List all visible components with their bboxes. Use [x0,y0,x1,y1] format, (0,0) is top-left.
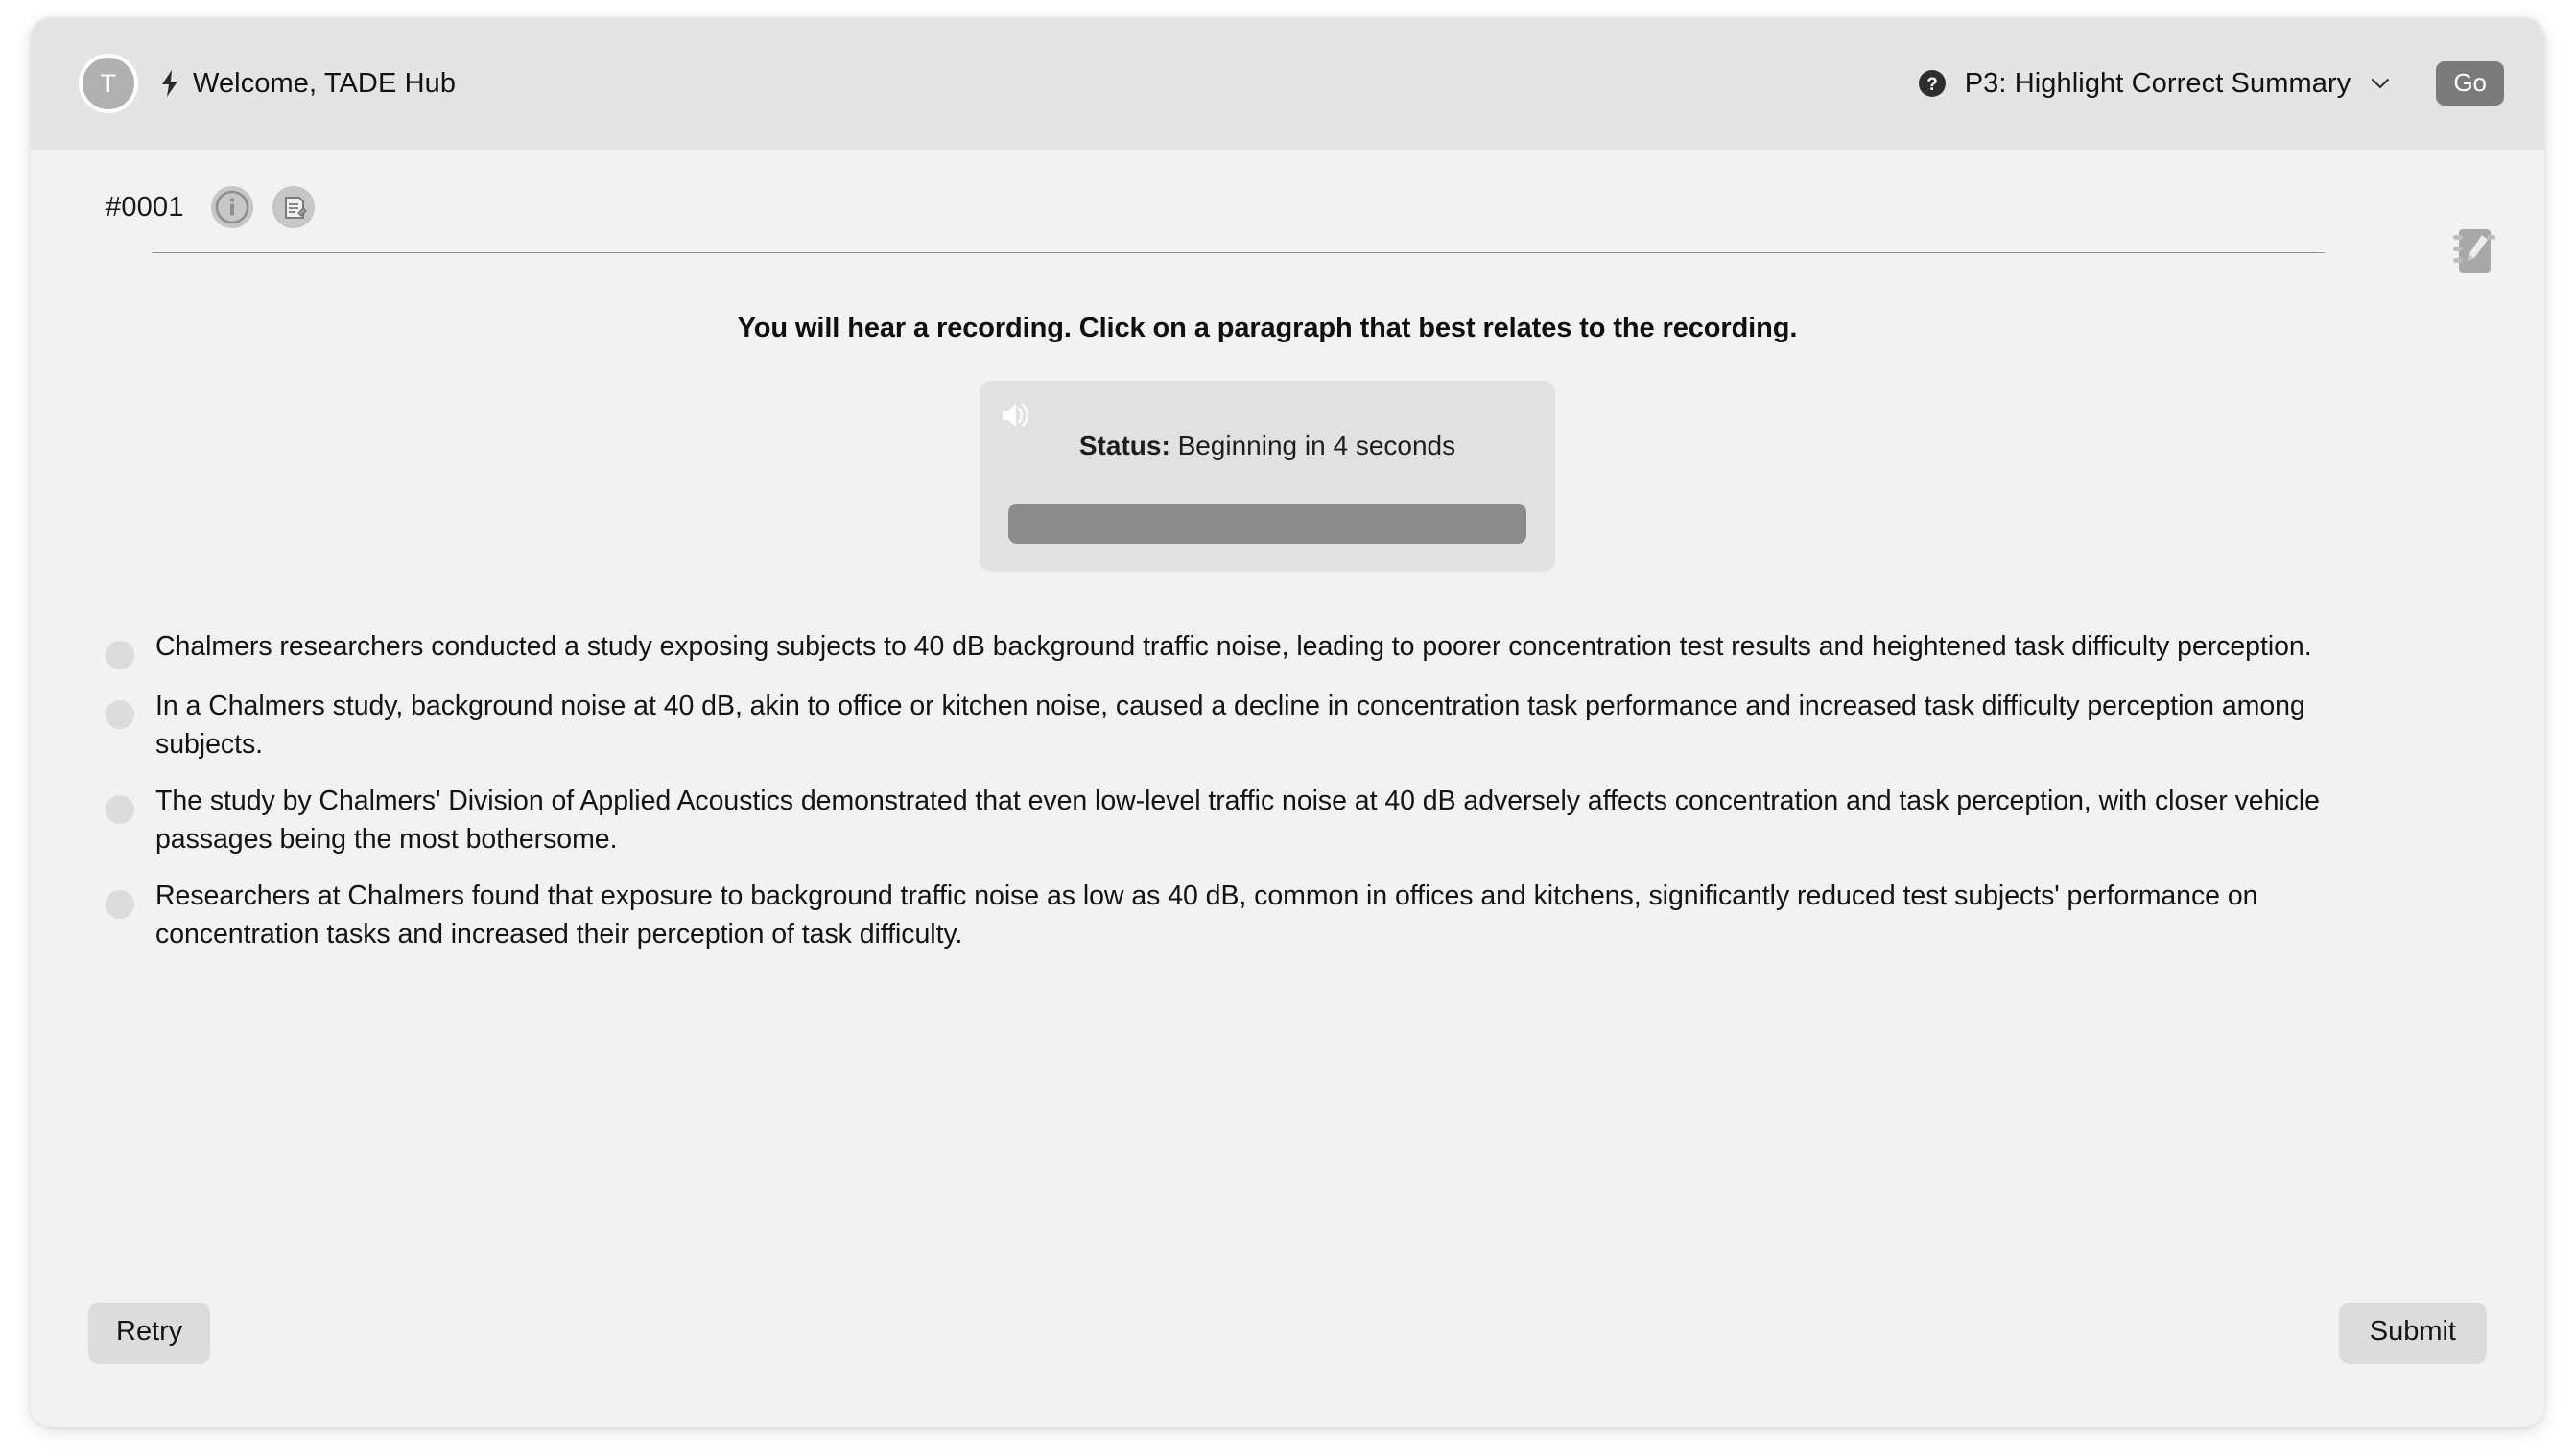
answer-options-list: Chalmers researchers conducted a study e… [106,621,2351,965]
section-divider [152,251,2325,253]
list-item[interactable]: Researchers at Chalmers found that expos… [106,870,2351,965]
lightning-bolt-icon [159,70,180,97]
screenshot-root: T Welcome, TADE Hub ? P3: Highlight Corr… [0,0,2575,1456]
audio-player-wrap: Status: Beginning in 4 seconds [31,381,2504,571]
option-bullet-icon[interactable] [106,700,134,729]
task-prompt: You will hear a recording. Click on a pa… [737,313,1798,343]
speaker-wave-icon [995,396,1033,434]
option-text: Chalmers researchers conducted a study e… [155,631,2312,662]
welcome-group: Welcome, TADE Hub [159,68,456,100]
audio-status-value: Beginning in 4 seconds [1177,431,1456,460]
notebook-pencil-icon[interactable] [2448,224,2498,282]
option-bullet-icon[interactable] [106,889,134,919]
app-window: T Welcome, TADE Hub ? P3: Highlight Corr… [31,17,2544,1427]
task-selector-label: P3: Highlight Correct Summary [1964,67,2351,99]
svg-text:?: ? [1926,75,1938,95]
task-selector-dropdown[interactable]: ? P3: Highlight Correct Summary [1918,68,2391,100]
list-item[interactable]: In a Chalmers study, background noise at… [106,680,2351,775]
chevron-down-icon [2371,78,2390,90]
list-item[interactable]: Chalmers researchers conducted a study e… [106,621,2351,680]
audio-player-card: Status: Beginning in 4 seconds [980,381,1555,571]
header-right-group: ? P3: Highlight Correct Summary Go [1918,60,2504,106]
avatar[interactable]: T [79,54,138,113]
audio-progress-bar[interactable] [1008,504,1526,544]
task-id-row: #0001 [31,150,2504,228]
retry-button[interactable]: Retry [88,1303,211,1364]
audio-status-line: Status: Beginning in 4 seconds [1008,431,1526,504]
submit-button[interactable]: Submit [2338,1303,2487,1364]
info-circle-icon[interactable] [210,186,253,228]
app-header: T Welcome, TADE Hub ? P3: Highlight Corr… [31,17,2544,150]
option-bullet-icon[interactable] [106,794,134,824]
go-button[interactable]: Go [2436,60,2504,106]
list-item[interactable]: The study by Chalmers' Division of Appli… [106,775,2351,870]
main-content: #0001 You will hear a recording. Click o… [31,150,2544,1427]
option-text: The study by Chalmers' Division of Appli… [155,785,2320,856]
audio-status-label: Status: [1078,431,1170,460]
document-edit-icon[interactable] [272,186,315,228]
footer-actions: Retry Submit [31,1283,2544,1427]
option-text: Researchers at Chalmers found that expos… [155,880,2258,951]
welcome-text: Welcome, TADE Hub [193,67,457,99]
audio-progress-fill [1008,504,1526,544]
option-bullet-icon[interactable] [106,641,134,669]
question-mark-circle-icon[interactable]: ? [1918,69,1947,98]
header-left-group: T Welcome, TADE Hub [79,54,456,113]
task-id-label: #0001 [106,191,184,223]
option-text: In a Chalmers study, background noise at… [155,691,2305,761]
